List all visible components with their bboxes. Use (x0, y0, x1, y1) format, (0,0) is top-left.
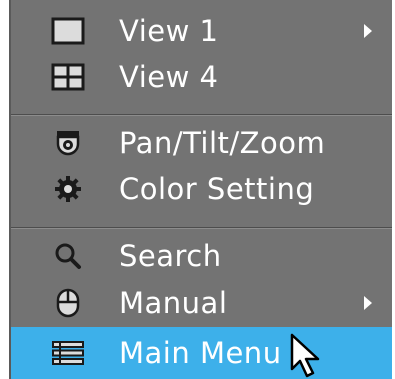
menu-divider (11, 227, 392, 229)
menu-item-label: Search (119, 239, 222, 273)
gear-icon (51, 172, 85, 206)
menu-item-view-4[interactable]: View 4 (11, 52, 392, 102)
menu-item-view-1[interactable]: View 1 (11, 6, 392, 56)
menu-item-label: Color Setting (119, 172, 315, 206)
camera-dome-icon (51, 126, 85, 160)
menu-item-label: View 4 (119, 60, 219, 94)
single-view-icon (51, 14, 85, 48)
mouse-icon (51, 286, 85, 320)
menu-item-label: Manual (119, 286, 228, 320)
search-icon (51, 239, 85, 273)
menu-item-main-menu[interactable]: Main Menu (11, 327, 392, 379)
submenu-arrow-icon (364, 296, 372, 310)
menu-item-search[interactable]: Search (11, 231, 392, 281)
menu-item-color-setting[interactable]: Color Setting (11, 164, 392, 214)
context-menu: View 1 View 4 Pan/Tilt/Zoom Color Settin… (9, 0, 392, 379)
mouse-pointer-icon (290, 333, 320, 378)
menu-item-label: Main Menu (119, 336, 282, 370)
menu-item-label: Pan/Tilt/Zoom (119, 126, 326, 160)
menu-item-manual[interactable]: Manual (11, 278, 392, 328)
menu-item-pan-tilt-zoom[interactable]: Pan/Tilt/Zoom (11, 118, 392, 168)
menu-divider (11, 114, 392, 116)
menu-item-label: View 1 (119, 14, 219, 48)
list-menu-icon (51, 336, 85, 370)
submenu-arrow-icon (364, 24, 372, 38)
quad-view-icon (51, 60, 85, 94)
